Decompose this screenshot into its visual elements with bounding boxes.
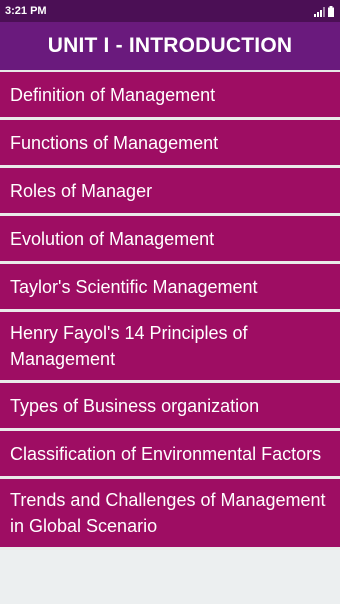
status-icons <box>314 5 334 17</box>
topic-list: Definition of Management Functions of Ma… <box>0 72 340 550</box>
topic-item-taylors-scientific-management[interactable]: Taylor's Scientific Management <box>0 264 340 312</box>
status-time: 3:21 PM <box>5 5 47 17</box>
topic-item-functions-of-management[interactable]: Functions of Management <box>0 120 340 168</box>
topic-item-types-of-business-organization[interactable]: Types of Business organization <box>0 383 340 431</box>
topic-label: Henry Fayol's 14 Principles of Managemen… <box>10 323 248 369</box>
status-bar: 3:21 PM <box>0 0 340 22</box>
topic-label: Taylor's Scientific Management <box>10 276 258 297</box>
topic-label: Functions of Management <box>10 132 219 153</box>
topic-label: Types of Business organization <box>10 395 260 416</box>
topic-item-roles-of-manager[interactable]: Roles of Manager <box>0 168 340 216</box>
topic-label: Evolution of Management <box>10 228 215 249</box>
topic-label: Roles of Manager <box>10 180 153 201</box>
topic-item-definition-of-management[interactable]: Definition of Management <box>0 72 340 120</box>
topic-label: Trends and Challenges of Management in G… <box>10 490 326 536</box>
battery-icon <box>328 6 334 17</box>
topic-item-evolution-of-management[interactable]: Evolution of Management <box>0 216 340 264</box>
signal-strength-icon <box>314 7 325 17</box>
topic-item-fayols-14-principles[interactable]: Henry Fayol's 14 Principles of Managemen… <box>0 312 340 383</box>
topic-item-classification-of-environmental-factors[interactable]: Classification of Environmental Factors <box>0 431 340 479</box>
page-header: UNIT I - INTRODUCTION <box>0 22 340 72</box>
page-title: UNIT I - INTRODUCTION <box>47 34 293 57</box>
topic-label: Classification of Environmental Factors <box>10 443 322 464</box>
topic-label: Definition of Management <box>10 84 216 105</box>
topic-item-trends-and-challenges[interactable]: Trends and Challenges of Management in G… <box>0 479 340 550</box>
